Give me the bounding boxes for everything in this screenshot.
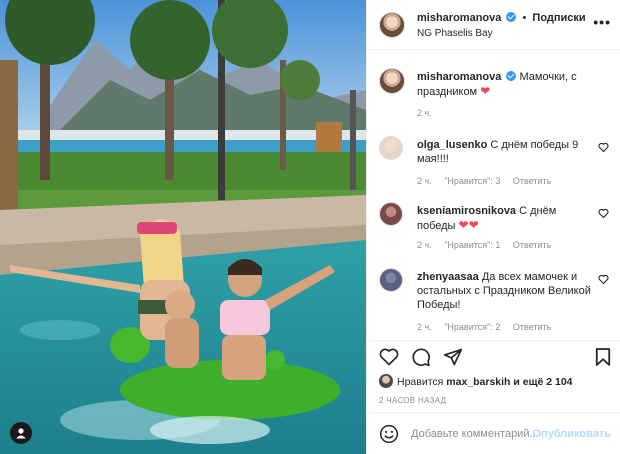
post-side-panel: misharomanova • Подписки NG Phaselis Bay… [366,0,620,454]
verified-badge-icon [506,71,517,81]
comment-item: zhenyaasaa Да всех мамочек и остальных с… [379,268,611,338]
more-options-icon[interactable]: ••• [593,14,611,30]
comments-list: misharomanova Мамочки, с праздником ❤ 2 … [367,50,620,340]
caption-time[interactable]: 2 ч. [417,108,432,118]
liker-avatar[interactable] [379,374,393,388]
comment-item: kseniamirosnikova С днём победы ❤❤ 2 ч. … [379,202,611,252]
comment-username[interactable]: olga_lusenko [417,139,487,151]
red-heart-emoji-icon: ❤ [480,84,491,98]
save-bookmark-icon[interactable] [595,347,611,367]
person-icon [16,428,26,439]
comment-like-count[interactable]: "Нравится": 1 [444,240,500,250]
red-heart-emoji-icon: ❤ [468,218,479,232]
post-photo[interactable] [0,0,366,454]
comment-like-heart-icon[interactable] [598,142,609,152]
comment-time[interactable]: 2 ч. [417,322,432,332]
comment-time[interactable]: 2 ч. [417,176,432,186]
comment-like-count[interactable]: "Нравится": 3 [444,176,500,186]
caption: misharomanova Мамочки, с праздником ❤ 2 … [379,68,611,118]
likes-prefix: Нравится [397,376,444,388]
caption-username[interactable]: misharomanova [417,71,501,83]
comment-bubble-icon[interactable] [411,347,431,367]
commenter-avatar[interactable] [379,136,403,160]
likes-more-count[interactable]: и ещё 2 104 [513,376,572,388]
publish-button[interactable]: Опубликовать [532,428,611,440]
comment-reply-button[interactable]: Ответить [513,176,551,186]
comment-item: olga_lusenko С днём победы 9 мая!!!! 2 ч… [379,136,611,186]
comment-like-heart-icon[interactable] [598,274,609,284]
post-timestamp[interactable]: 2 ЧАСОВ НАЗАД [379,396,446,405]
caption-meta: 2 ч. [417,108,442,118]
tagged-users-button[interactable] [10,422,32,444]
red-heart-emoji-icon: ❤ [458,218,469,232]
comment-reply-button[interactable]: Ответить [513,322,551,332]
comment-time[interactable]: 2 ч. [417,240,432,250]
comment-username[interactable]: kseniamirosnikova [417,205,516,217]
comment-like-heart-icon[interactable] [598,208,609,218]
location-link[interactable]: NG Phaselis Bay [417,28,493,39]
liker-username[interactable]: max_barskih [446,376,510,388]
caption-avatar[interactable] [379,68,405,94]
author-username[interactable]: misharomanova [417,12,501,24]
comment-username[interactable]: zhenyaasaa [417,271,479,283]
comment-meta: 2 ч. "Нравится": 2 Ответить [417,322,561,332]
comment-input[interactable]: Добавьте комментарий... [411,428,539,440]
verified-badge-icon [506,12,517,22]
share-send-icon[interactable] [443,347,463,367]
comment-like-count[interactable]: "Нравится": 2 [444,322,500,332]
commenter-avatar[interactable] [379,268,403,292]
comment-text-block: olga_lusenko С днём победы 9 мая!!!! [417,138,593,166]
comment-text-block: kseniamirosnikova С днём победы ❤❤ [417,204,593,233]
post-header: misharomanova • Подписки NG Phaselis Bay… [367,0,620,50]
author-line: misharomanova • Подписки [417,12,586,24]
separator-dot: • [522,12,527,24]
add-comment-bar: Добавьте комментарий... Опубликовать [367,412,620,454]
follow-button[interactable]: Подписки [532,12,585,24]
comment-text-block: zhenyaasaa Да всех мамочек и остальных с… [417,270,593,312]
photo-image [0,0,366,454]
likes-summary: Нравится max_barskih и ещё 2 104 [379,374,573,388]
caption-text-block: misharomanova Мамочки, с праздником ❤ [417,70,593,99]
comment-reply-button[interactable]: Ответить [513,240,551,250]
comment-meta: 2 ч. "Нравится": 3 Ответить [417,176,561,186]
comment-meta: 2 ч. "Нравится": 1 Ответить [417,240,561,250]
post-actions: Нравится max_barskih и ещё 2 104 [367,340,620,392]
author-avatar[interactable] [379,12,405,38]
emoji-smile-icon[interactable] [379,424,399,444]
commenter-avatar[interactable] [379,202,403,226]
like-heart-icon[interactable] [379,347,399,366]
